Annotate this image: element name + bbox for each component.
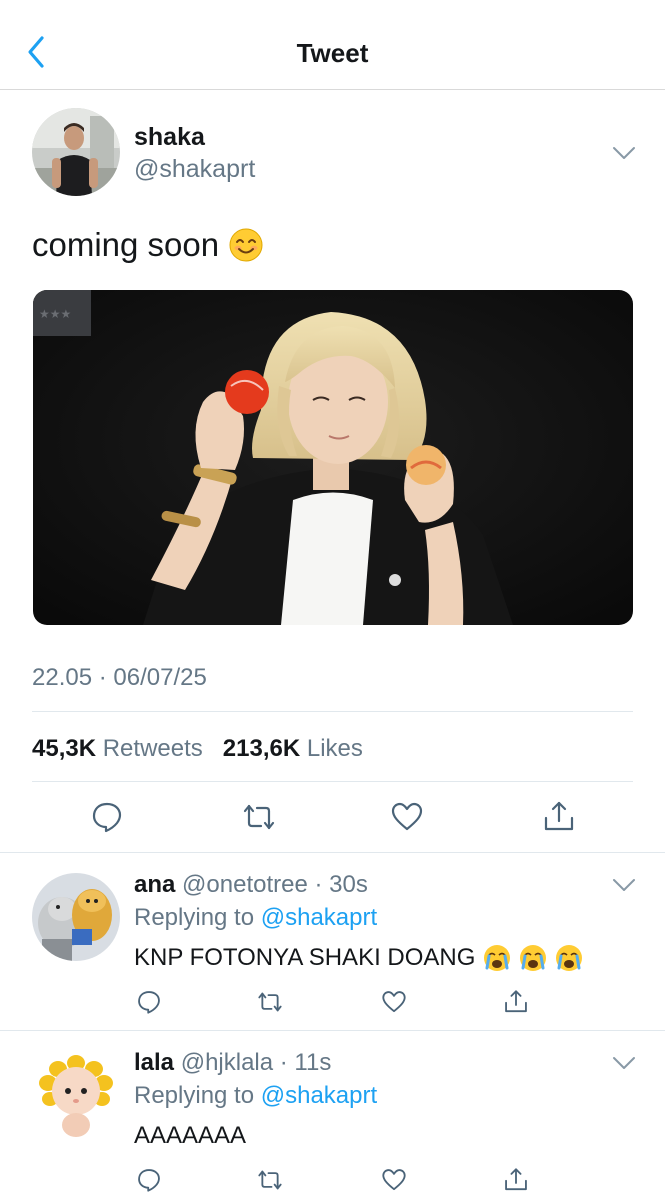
reply-text: AAAAAAA	[134, 1122, 246, 1150]
reply-header: lala @hjklala · 11s	[134, 1049, 331, 1077]
reply-text: KNP FOTONYA SHAKI DOANG	[134, 944, 583, 972]
retweet-icon[interactable]	[257, 1167, 283, 1193]
replying-to: Replying to @shakaprt	[134, 904, 378, 931]
crying-face-emoji-icon	[483, 944, 511, 972]
divider	[32, 711, 633, 712]
smiling-face-emoji-icon	[229, 228, 263, 262]
retweet-icon[interactable]	[257, 989, 283, 1015]
chevron-down-icon[interactable]	[612, 878, 636, 892]
share-icon[interactable]	[542, 800, 576, 834]
page-title: Tweet	[296, 38, 369, 68]
tweet-text: coming soon	[32, 226, 263, 264]
reply-body: AAAAAAA	[134, 1122, 247, 1149]
reply-author-meta[interactable]: @onetotree · 30s	[182, 871, 368, 898]
replying-to: Replying to @shakaprt	[134, 1082, 378, 1109]
mention-link[interactable]: @shakaprt	[261, 904, 377, 931]
crying-face-emoji-icon	[555, 944, 583, 972]
retweet-count[interactable]: 45,3K Retweets	[32, 735, 203, 762]
divider	[32, 781, 633, 782]
reply-avatar[interactable]	[32, 1051, 120, 1139]
like-heart-icon[interactable]	[390, 800, 424, 834]
nav-header: Tweet	[0, 0, 665, 90]
like-heart-icon[interactable]	[381, 989, 407, 1015]
reply-icon[interactable]	[136, 1167, 162, 1193]
tweet-stats: 45,3K Retweets 213,6K Likes	[32, 735, 363, 763]
tweet-timestamp[interactable]: 22.05 · 06/07/25	[32, 664, 207, 692]
reply-body: KNP FOTONYA SHAKI DOANG	[134, 944, 476, 971]
divider	[0, 852, 665, 853]
share-icon[interactable]	[503, 989, 529, 1015]
share-icon[interactable]	[503, 1167, 529, 1193]
tweet-body: coming soon	[32, 226, 220, 263]
reply-icon[interactable]	[90, 800, 124, 834]
svg-text:★★★: ★★★	[39, 307, 71, 321]
author-handle[interactable]: @shakaprt	[134, 155, 255, 184]
author-avatar[interactable]	[32, 108, 120, 196]
reply-header: ana @onetotree · 30s	[134, 871, 368, 899]
reply-icon[interactable]	[136, 989, 162, 1015]
like-count[interactable]: 213,6K Likes	[223, 735, 363, 762]
mention-link[interactable]: @shakaprt	[261, 1082, 377, 1109]
crying-face-emoji-icon	[519, 944, 547, 972]
chevron-down-icon[interactable]	[612, 146, 636, 160]
chevron-down-icon[interactable]	[612, 1056, 636, 1070]
tweet-media-image[interactable]: ★★★	[33, 290, 633, 625]
reply-avatar[interactable]	[32, 873, 120, 961]
divider	[0, 1030, 665, 1031]
reply-author-name[interactable]: lala	[134, 1049, 174, 1076]
like-heart-icon[interactable]	[381, 1167, 407, 1193]
reply-author-name[interactable]: ana	[134, 871, 175, 898]
reply-author-meta[interactable]: @hjklala · 11s	[181, 1049, 332, 1076]
retweet-icon[interactable]	[242, 800, 276, 834]
author-name[interactable]: shaka	[134, 123, 205, 152]
